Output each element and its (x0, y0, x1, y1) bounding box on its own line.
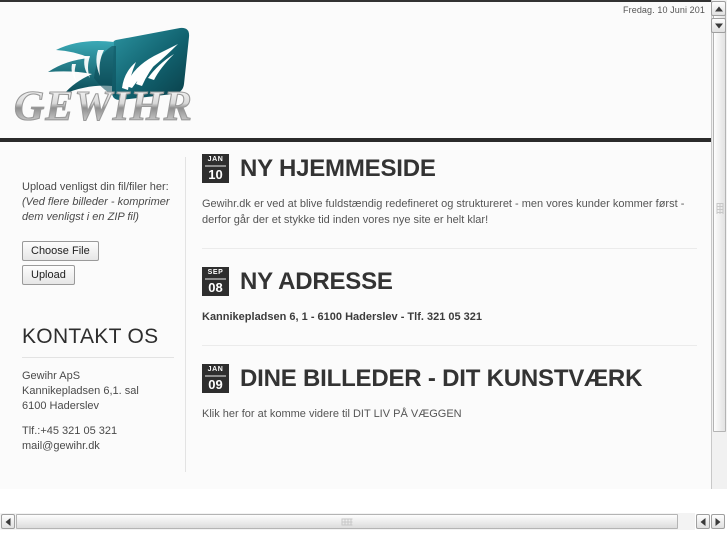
post-title[interactable]: NY ADRESSE (240, 268, 393, 296)
site-logo[interactable]: GEWIHR (8, 16, 208, 132)
page-viewport: Fredag. 10 Juni 201 GEWIHR Upload venlig… (0, 2, 711, 489)
scroll-left-button[interactable] (1, 514, 15, 529)
page-content: Upload venligst din fil/filer her: (Ved … (0, 142, 711, 487)
logo-wordmark: GEWIHR (14, 84, 193, 130)
horizontal-scrollbar-thumb[interactable] (16, 514, 678, 529)
browser-window: Fredag. 10 Juni 201 GEWIHR Upload venlig… (0, 0, 727, 545)
post-body: Gewihr.dk er ved at blive fuldstændig re… (202, 198, 685, 226)
column-divider (185, 157, 186, 472)
news-post: SEP 08 NY ADRESSE Kannikepladsen 6, 1 - … (202, 267, 697, 325)
contact-details: Gewihr ApS Kannikepladsen 6,1. sal 6100 … (22, 369, 174, 454)
upload-instructions: Upload venligst din fil/filer her: (Ved … (22, 180, 174, 225)
post-date-day: 09 (208, 377, 223, 392)
post-date-month: JAN (205, 156, 226, 167)
site-header: GEWIHR (0, 10, 711, 143)
post-separator (202, 248, 697, 249)
horizontal-scrollbar[interactable] (0, 513, 695, 530)
post-date-day: 08 (208, 280, 223, 295)
post-date-month: SEP (205, 269, 226, 280)
vertical-scrollbar-grip (716, 203, 723, 214)
arrow-up-icon (714, 6, 723, 11)
post-separator (202, 345, 697, 346)
upload-button[interactable]: Upload (22, 265, 75, 285)
post-date-badge: JAN 10 (202, 154, 229, 183)
upload-zip-note: (Ved flere billeder - komprimer dem venl… (22, 196, 170, 223)
contact-address-line1: Kannikepladsen 6,1. sal (22, 385, 139, 397)
post-date-badge: JAN 09 (202, 364, 229, 393)
news-list: JAN 10 NY HJEMMESIDE Gewihr.dk er ved at… (202, 154, 697, 422)
news-post: JAN 10 NY HJEMMESIDE Gewihr.dk er ved at… (202, 154, 697, 228)
post-title[interactable]: DINE BILLEDER - DIT KUNSTVÆRK (240, 365, 642, 393)
scroll-left-end-button[interactable] (696, 514, 710, 529)
vertical-scrollbar-thumb[interactable] (713, 2, 726, 432)
feather-wing-logo-icon: GEWIHR (13, 27, 193, 131)
post-date-badge: SEP 08 (202, 267, 229, 296)
kontakt-heading: KONTAKT OS (22, 325, 159, 348)
horizontal-scrollbar-grip (341, 518, 353, 525)
arrow-left-icon (5, 517, 11, 526)
news-post: JAN 09 DINE BILLEDER - DIT KUNSTVÆRK Kli… (202, 364, 697, 422)
choose-file-button[interactable]: Choose File (22, 241, 99, 261)
post-body[interactable]: Klik her for at komme videre til DIT LIV… (202, 406, 697, 422)
post-date-day: 10 (208, 167, 223, 182)
scroll-right-button[interactable] (711, 514, 725, 529)
post-title[interactable]: NY HJEMMESIDE (240, 155, 436, 183)
arrow-down-icon (714, 23, 723, 28)
arrow-right-icon (715, 517, 721, 526)
scroll-down-button[interactable] (711, 18, 726, 33)
post-header: JAN 10 NY HJEMMESIDE (202, 154, 697, 183)
vertical-scrollbar[interactable] (711, 0, 727, 489)
contact-phone: Tlf.:+45 321 05 321 (22, 425, 118, 437)
post-date-month: JAN (205, 366, 226, 377)
upload-instruction-line: Upload venligst din fil/filer her: (22, 181, 169, 193)
post-header: SEP 08 NY ADRESSE (202, 267, 697, 296)
post-header: JAN 09 DINE BILLEDER - DIT KUNSTVÆRK (202, 364, 697, 393)
post-body: Kannikepladsen 6, 1 - 6100 Haderslev - T… (202, 311, 483, 323)
contact-email[interactable]: mail@gewihr.dk (22, 440, 100, 452)
contact-company: Gewihr ApS (22, 370, 81, 382)
sidebar: Upload venligst din fil/filer her: (Ved … (22, 180, 174, 454)
contact-address-line2: 6100 Haderslev (22, 400, 100, 412)
kontakt-heading-rule (22, 357, 174, 358)
arrow-left-icon (700, 517, 706, 526)
scroll-up-button[interactable] (711, 1, 726, 16)
